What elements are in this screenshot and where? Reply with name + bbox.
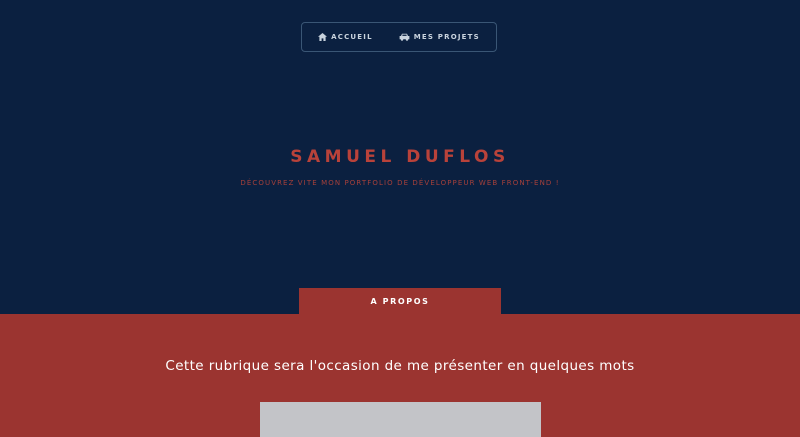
about-description: Cette rubrique sera l'occasion de me pré… xyxy=(165,358,635,374)
nav-projects-link[interactable]: MES PROJETS xyxy=(399,33,480,41)
hero-section: ACCUEIL MES PROJETS SAMUEL DUFLOS DÉCOUV… xyxy=(0,0,800,314)
nav-projects-label: MES PROJETS xyxy=(413,33,480,41)
about-tab[interactable]: A PROPOS xyxy=(299,288,501,315)
about-image-placeholder xyxy=(260,402,541,437)
hero-tagline: DÉCOUVREZ VITE MON PORTFOLIO DE DÉVELOPP… xyxy=(240,179,560,187)
car-icon xyxy=(399,33,410,41)
nav-home-label: ACCUEIL xyxy=(331,33,373,41)
main-nav: ACCUEIL MES PROJETS xyxy=(301,22,497,52)
nav-home-link[interactable]: ACCUEIL xyxy=(318,33,373,41)
home-icon xyxy=(318,33,328,41)
site-owner-name: SAMUEL DUFLOS xyxy=(290,147,510,167)
about-section: Cette rubrique sera l'occasion de me pré… xyxy=(0,314,800,437)
